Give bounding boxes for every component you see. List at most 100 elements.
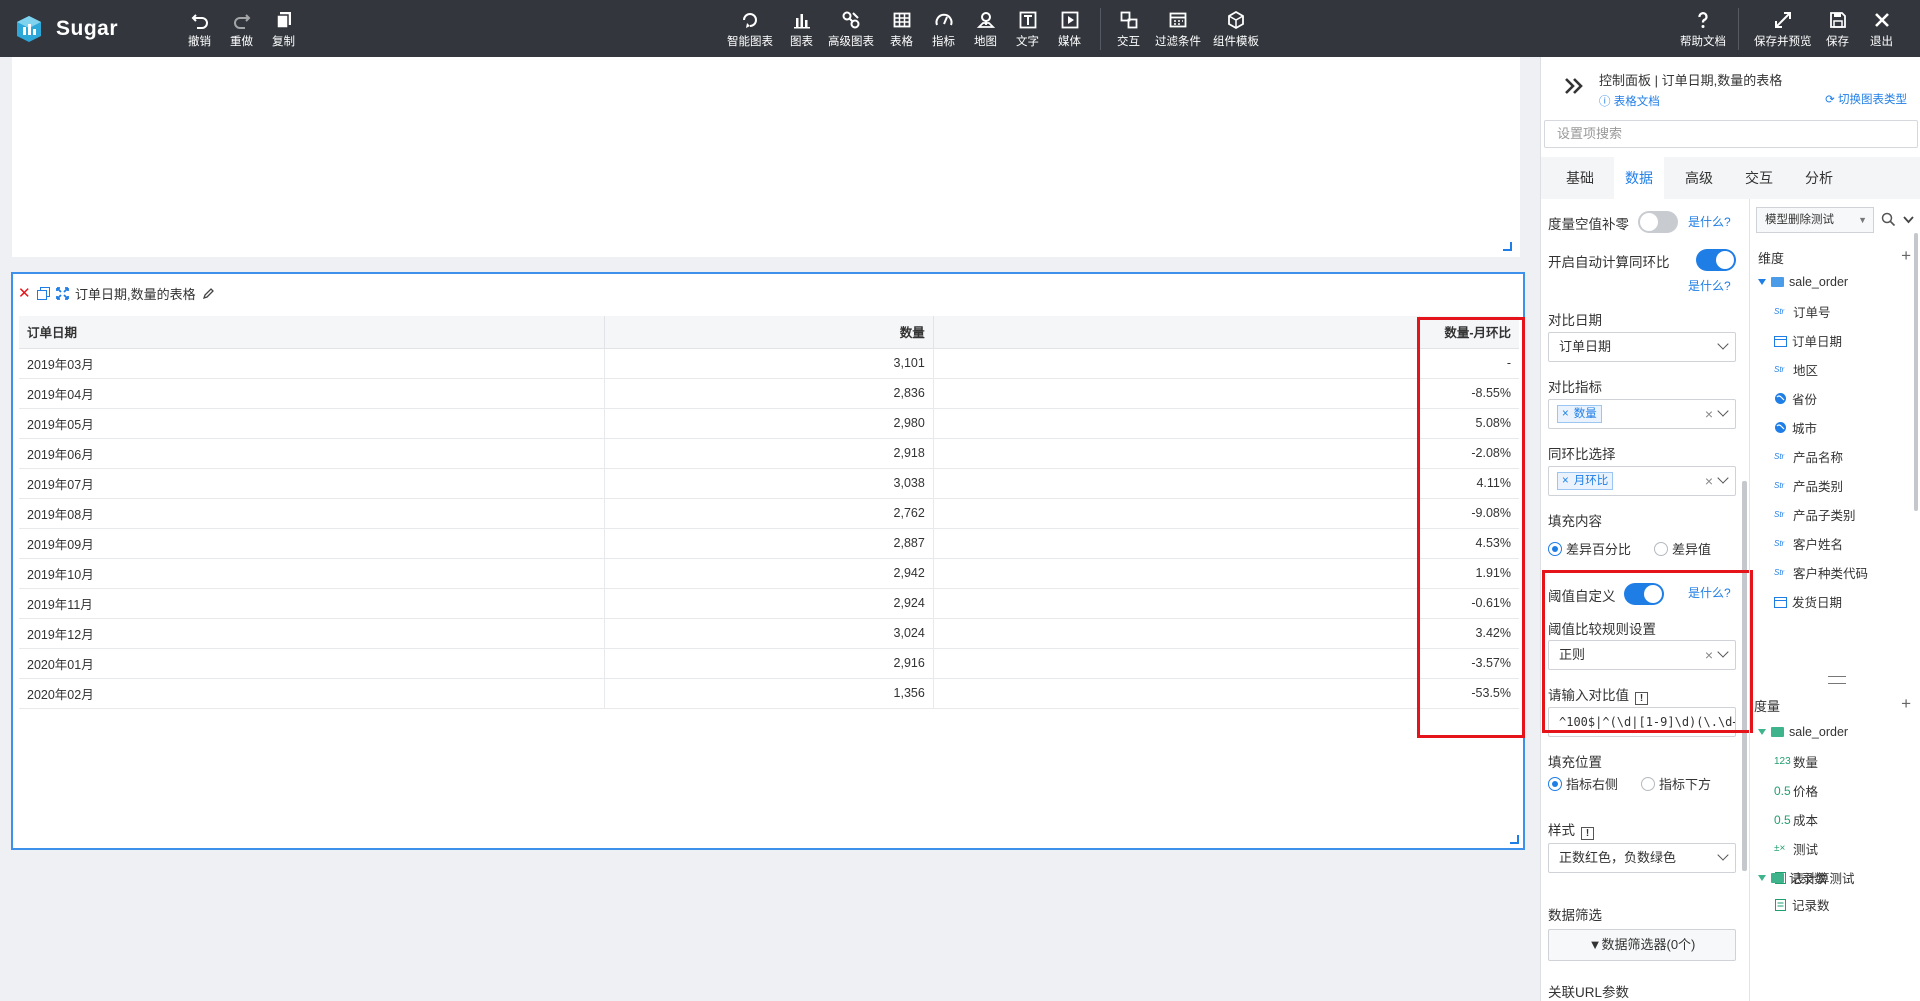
- column-header-quantity[interactable]: 数量: [604, 316, 934, 349]
- style-select[interactable]: 正数红色，负数绿色: [1548, 843, 1736, 873]
- settings-search-input[interactable]: 设置项搜索: [1544, 120, 1918, 148]
- dimension-field[interactable]: 发货日期: [1774, 592, 1842, 611]
- table-row[interactable]: 2019年12月 3,024 3.42%: [19, 618, 1519, 649]
- table-docs-link[interactable]: ⓘ 表格文档: [1599, 93, 1660, 109]
- advanced-chart-button[interactable]: 高级图表: [828, 10, 874, 49]
- tab-data[interactable]: 数据: [1614, 157, 1664, 199]
- copy-widget-icon[interactable]: [37, 287, 50, 300]
- tab-analysis[interactable]: 分析: [1794, 157, 1844, 199]
- fields-scrollbar[interactable]: [1914, 233, 1918, 511]
- dimension-field[interactable]: Str 产品类别: [1774, 476, 1843, 495]
- table-row[interactable]: 2020年01月 2,916 -3.57%: [19, 648, 1519, 679]
- edit-title-icon[interactable]: [202, 287, 215, 300]
- resize-handle[interactable]: [1503, 242, 1512, 251]
- chart-button[interactable]: 图表: [790, 10, 813, 49]
- table-row[interactable]: 2019年09月 2,887 4.53%: [19, 528, 1519, 559]
- dimension-field[interactable]: 订单日期: [1774, 331, 1842, 350]
- filter-conditions-button[interactable]: 过滤条件: [1155, 10, 1201, 49]
- measure-field[interactable]: 0.5 成本: [1774, 810, 1818, 829]
- dimension-field[interactable]: Str 客户种类代码: [1774, 563, 1868, 582]
- metric-button[interactable]: 指标: [932, 10, 955, 49]
- dimension-field[interactable]: Str 地区: [1774, 360, 1818, 379]
- table-icon: [893, 12, 910, 28]
- add-dimension-icon[interactable]: +: [1901, 247, 1911, 264]
- tag-remove-icon[interactable]: ×: [1562, 406, 1569, 422]
- media-button[interactable]: 媒体: [1058, 10, 1081, 49]
- record-field[interactable]: 记录数: [1774, 895, 1830, 914]
- add-measure-icon[interactable]: +: [1901, 695, 1911, 712]
- fill-position-right-radio[interactable]: 指标右侧: [1548, 774, 1618, 793]
- info-icon[interactable]: !: [1581, 827, 1594, 840]
- measure-field[interactable]: ±× 测试: [1774, 839, 1818, 858]
- dimension-field[interactable]: Str 订单号: [1774, 302, 1831, 321]
- compare-date-select[interactable]: 订单日期: [1548, 332, 1736, 362]
- map-button[interactable]: 地图: [974, 10, 997, 49]
- yoy-select[interactable]: × 月环比 ×: [1548, 466, 1736, 496]
- model-select[interactable]: 模型删除测试 ▼: [1756, 207, 1874, 233]
- compare-metric-select[interactable]: × 数量 ×: [1548, 399, 1736, 429]
- table-row[interactable]: 2019年10月 2,942 1.91%: [19, 558, 1519, 589]
- save-and-preview-button[interactable]: 保存并预览: [1754, 10, 1812, 49]
- data-filter-button[interactable]: ▼数据筛选器(0个): [1548, 929, 1736, 961]
- measure-folder[interactable]: sale_order: [1758, 725, 1848, 739]
- dimension-field[interactable]: Str 产品子类别: [1774, 505, 1856, 524]
- save-button[interactable]: 保存: [1826, 10, 1849, 49]
- undo-button[interactable]: 撤销: [188, 10, 211, 49]
- table-row[interactable]: 2020年02月 1,356 -53.5%: [19, 678, 1519, 709]
- tag-remove-icon[interactable]: ×: [1562, 473, 1569, 489]
- delete-widget-icon[interactable]: ✕: [18, 286, 31, 301]
- exit-button[interactable]: 退出: [1870, 10, 1893, 49]
- redo-button[interactable]: 重做: [230, 10, 253, 49]
- switch-chart-type-link[interactable]: ⟳ 切换图表类型: [1825, 91, 1907, 107]
- fill-content-percent-radio[interactable]: 差异百分比: [1548, 539, 1631, 558]
- column-header-order-date[interactable]: 订单日期: [19, 316, 606, 349]
- interaction-button[interactable]: 交互: [1117, 10, 1140, 49]
- dimension-field[interactable]: Str 客户姓名: [1774, 534, 1843, 553]
- text-button[interactable]: 文字: [1016, 10, 1039, 49]
- yoy-tag[interactable]: × 月环比: [1557, 472, 1614, 490]
- table-row[interactable]: 2019年07月 3,038 4.11%: [19, 468, 1519, 499]
- table-row[interactable]: 2019年11月 2,924 -0.61%: [19, 588, 1519, 619]
- tab-advanced[interactable]: 高级: [1674, 157, 1724, 199]
- dimension-field[interactable]: 省份: [1774, 389, 1817, 408]
- canvas-widget-empty[interactable]: [12, 57, 1520, 257]
- metric-tag[interactable]: × 数量: [1557, 405, 1602, 423]
- panel-title: 控制面板 | 订单日期,数量的表格: [1599, 73, 1783, 88]
- resize-handle[interactable]: [1510, 835, 1519, 844]
- measure-field[interactable]: 0.5 价格: [1774, 781, 1818, 800]
- chevron-down-icon[interactable]: [1903, 214, 1914, 225]
- table-row[interactable]: 2019年05月 2,980 5.08%: [19, 408, 1519, 439]
- table-row[interactable]: 2019年03月 3,101-: [19, 348, 1519, 379]
- app-logo[interactable]: Sugar: [14, 14, 118, 44]
- auto-calc-toggle[interactable]: [1696, 249, 1736, 271]
- measure-field[interactable]: 123 数量: [1774, 752, 1818, 771]
- null-fill-toggle[interactable]: [1638, 211, 1678, 233]
- fullscreen-icon[interactable]: [56, 287, 69, 300]
- dimension-field[interactable]: Str 产品名称: [1774, 447, 1843, 466]
- fill-position-below-radio[interactable]: 指标下方: [1641, 774, 1711, 793]
- table-button[interactable]: 表格: [890, 10, 913, 49]
- smart-chart-button[interactable]: 智能图表: [727, 10, 773, 49]
- clear-icon[interactable]: ×: [1705, 400, 1713, 428]
- tab-basic[interactable]: 基础: [1555, 157, 1605, 199]
- table-row[interactable]: 2019年04月 2,836 -8.55%: [19, 378, 1519, 409]
- table-widget[interactable]: ✕ 订单日期,数量的表格 订单日期 数量 数量-月环比 2019年03月 3,10…: [11, 272, 1525, 850]
- help-docs-button[interactable]: 帮助文档: [1680, 10, 1726, 49]
- dimension-folder[interactable]: sale_order: [1758, 275, 1848, 289]
- fill-content-value-radio[interactable]: 差异值: [1654, 539, 1711, 558]
- dimension-field[interactable]: 城市: [1774, 418, 1817, 437]
- search-icon[interactable]: [1881, 212, 1896, 227]
- clear-icon[interactable]: ×: [1705, 467, 1713, 495]
- what-is-link[interactable]: 是什么?: [1688, 213, 1731, 230]
- tab-interaction[interactable]: 交互: [1734, 157, 1784, 199]
- component-template-button[interactable]: 组件模板: [1213, 10, 1259, 49]
- what-is-link[interactable]: 是什么?: [1688, 277, 1731, 294]
- drag-divider-handle[interactable]: [1828, 676, 1846, 684]
- collapse-panel-icon[interactable]: [1563, 75, 1585, 97]
- table-row[interactable]: 2019年06月 2,918 -2.08%: [19, 438, 1519, 469]
- table-row[interactable]: 2019年08月 2,762 -9.08%: [19, 498, 1519, 529]
- folder-icon: [1771, 727, 1784, 737]
- record-folder[interactable]: 记录数: [1758, 868, 1827, 887]
- cell-spacer: [933, 558, 1420, 589]
- copy-button[interactable]: 复制: [272, 10, 295, 49]
